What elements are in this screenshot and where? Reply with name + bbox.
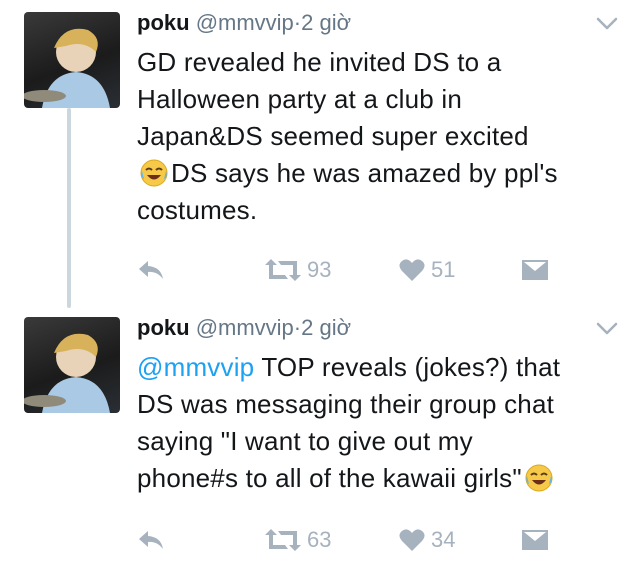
tweet-text: @mmvvip TOP reveals (jokes?) that DS was… <box>137 349 617 497</box>
face-with-tears-of-joy-icon <box>524 463 554 493</box>
tweet-actions: 63 34 <box>137 520 617 560</box>
tweet-text-line: Japan&DS seemed super excited <box>137 121 529 151</box>
author-handle[interactable]: @mmvvip <box>196 315 294 340</box>
reply-button[interactable] <box>137 250 165 290</box>
tweet-text-line: Halloween party at a club in <box>137 84 463 114</box>
like-button[interactable]: 51 <box>399 250 455 290</box>
reply-icon <box>137 258 165 282</box>
chevron-down-icon[interactable] <box>596 16 618 32</box>
direct-message-button[interactable] <box>521 520 549 560</box>
tweet-2[interactable]: poku @mmvvip·2 giờ @mmvvip TOP reveals (… <box>0 305 640 570</box>
direct-message-icon <box>521 529 549 551</box>
tweet-text-line-text: DS says he was amazed by ppl's <box>171 158 558 188</box>
tweet-1[interactable]: poku @mmvvip·2 giờ GD revealed he invite… <box>0 0 640 300</box>
retweet-button[interactable]: 93 <box>265 250 331 290</box>
author-name[interactable]: poku <box>137 315 190 340</box>
direct-message-button[interactable] <box>521 250 549 290</box>
author-name[interactable]: poku <box>137 10 190 35</box>
avatar[interactable] <box>24 317 120 413</box>
retweet-icon <box>265 527 301 553</box>
reply-button[interactable] <box>137 520 165 560</box>
tweet-text-line: DS was messaging their group chat <box>137 389 555 419</box>
retweet-button[interactable]: 63 <box>265 520 331 560</box>
like-count: 34 <box>431 527 456 552</box>
timestamp[interactable]: 2 giờ <box>301 10 351 35</box>
tweet-text-line-text: phone#s to all of the kawaii girls" <box>137 463 522 493</box>
tweet-text-line: phone#s to all of the kawaii girls" <box>137 460 617 497</box>
tweet-header: poku @mmvvip·2 giờ <box>137 8 351 38</box>
like-count: 51 <box>431 257 456 282</box>
author-handle[interactable]: @mmvvip <box>196 10 294 35</box>
tweet-text-line: @mmvvip TOP reveals (jokes?) that <box>137 349 617 386</box>
direct-message-icon <box>521 259 549 281</box>
tweet-text-line: costumes. <box>137 195 258 225</box>
face-with-tears-of-joy-icon <box>139 158 169 188</box>
chevron-down-icon[interactable] <box>596 321 618 337</box>
retweet-icon <box>265 257 301 283</box>
timestamp[interactable]: 2 giờ <box>301 315 351 340</box>
reply-icon <box>137 528 165 552</box>
tweet-header: poku @mmvvip·2 giờ <box>137 313 351 343</box>
heart-icon <box>399 528 425 552</box>
tweet-text-line: GD revealed he invited DS to a <box>137 47 502 77</box>
tweet-text-line-text: TOP reveals (jokes?) that <box>254 352 561 382</box>
heart-icon <box>399 258 425 282</box>
mention-link[interactable]: @mmvvip <box>137 352 254 382</box>
retweet-count: 63 <box>307 527 332 552</box>
avatar[interactable] <box>24 12 120 108</box>
tweet-actions: 93 51 <box>137 250 617 290</box>
tweet-text-line: DS says he was amazed by ppl's <box>137 155 617 192</box>
tweet-text: GD revealed he invited DS to a Halloween… <box>137 44 617 229</box>
like-button[interactable]: 34 <box>399 520 455 560</box>
tweet-text-line: saying "I want to give out my <box>137 426 473 456</box>
retweet-count: 93 <box>307 257 332 282</box>
